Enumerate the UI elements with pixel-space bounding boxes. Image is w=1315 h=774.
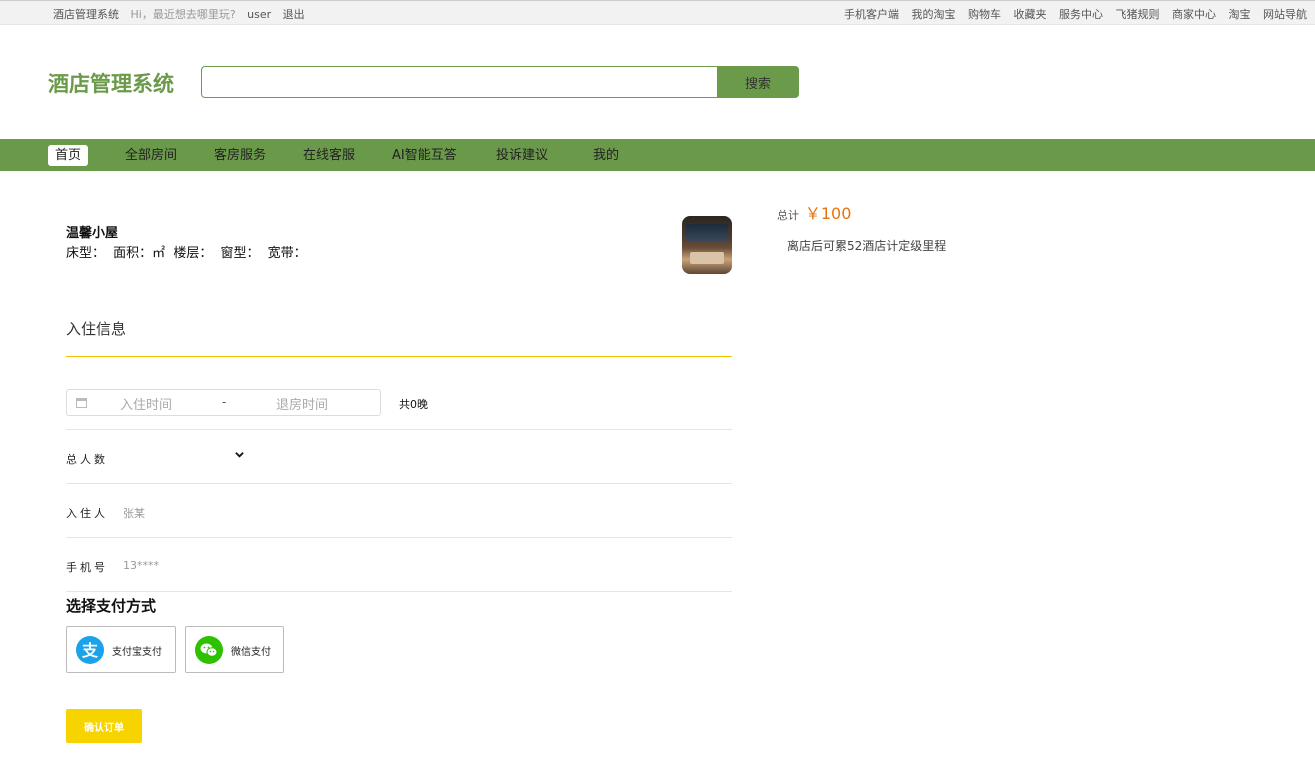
alipay-option[interactable]: 支 支付宝支付 [66, 626, 176, 673]
room-name: 温馨小屋 [66, 226, 119, 241]
link-service-center[interactable]: 服务中心 [1059, 8, 1103, 21]
wechat-pay-option[interactable]: 微信支付 [185, 626, 284, 673]
link-cart[interactable]: 购物车 [968, 8, 1001, 21]
link-rules[interactable]: 飞猪规则 [1116, 8, 1160, 21]
room-floor: 楼层： [173, 246, 213, 261]
logout-link[interactable]: 退出 [283, 8, 305, 21]
room-thumbnail [682, 216, 732, 274]
wechat-icon [195, 636, 223, 664]
phone-label: 手机号 [66, 561, 108, 574]
nav-complaints[interactable]: 投诉建议 [496, 145, 548, 166]
phone-input[interactable]: 13**** [123, 559, 159, 572]
link-merchant-center[interactable]: 商家中心 [1172, 8, 1216, 21]
link-mobile-client[interactable]: 手机客户端 [844, 8, 899, 21]
search-button[interactable]: 搜索 [717, 66, 799, 98]
wechat-pay-label: 微信支付 [231, 647, 271, 658]
room-area: 面积：㎡ [113, 246, 166, 261]
calendar-icon [76, 398, 87, 408]
top-bar-links: 手机客户端 我的淘宝 购物车 收藏夹 服务中心 飞猪规则 商家中心 淘宝 网站导… [835, 6, 1307, 22]
section-divider [66, 356, 732, 357]
link-site-nav[interactable]: 网站导航 [1263, 8, 1307, 21]
row-divider [66, 537, 732, 538]
order-total: 总计 ￥100 [777, 200, 851, 224]
nav-all-rooms[interactable]: 全部房间 [125, 145, 177, 166]
date-range-picker[interactable]: 入住时间 - 退房时间 [66, 389, 381, 416]
nav-online-support[interactable]: 在线客服 [303, 145, 355, 166]
nav-home[interactable]: 首页 [48, 145, 89, 166]
link-favorites[interactable]: 收藏夹 [1014, 8, 1047, 21]
logo[interactable]: 酒店管理系统 [48, 68, 174, 98]
search-input[interactable] [201, 66, 717, 98]
greeting-text: Hi，最近想去哪里玩? [130, 8, 236, 21]
site-name[interactable]: 酒店管理系统 [53, 8, 119, 21]
row-divider [66, 429, 732, 430]
top-bar-left: 酒店管理系统 Hi，最近想去哪里玩? user 退出 [53, 6, 313, 22]
checkin-section-title: 入住信息 [66, 320, 127, 338]
date-separator: - [222, 395, 227, 409]
room-broadband: 宽带： [267, 246, 307, 261]
room-bed-type: 床型： [66, 246, 106, 261]
total-amount: ￥100 [804, 204, 852, 223]
alipay-label: 支付宝支付 [112, 647, 162, 658]
room-window: 窗型： [220, 246, 260, 261]
guest-name-input[interactable]: 张某 [123, 505, 145, 521]
total-label: 总计 [777, 209, 799, 222]
alipay-icon: 支 [76, 636, 104, 664]
guest-name-label: 入住人 [66, 507, 108, 520]
room-attributes: 床型： 面积：㎡ 楼层： 窗型： 宽带： [66, 242, 311, 261]
row-divider [66, 483, 732, 484]
nav-mine[interactable]: 我的 [593, 145, 619, 166]
top-bar: 酒店管理系统 Hi，最近想去哪里玩? user 退出 手机客户端 我的淘宝 购物… [0, 0, 1315, 25]
points-note: 离店后可累52酒店计定级里程 [787, 239, 947, 253]
payment-title: 选择支付方式 [66, 597, 157, 615]
nav-room-service[interactable]: 客房服务 [214, 145, 266, 166]
row-divider [66, 591, 732, 592]
username[interactable]: user [247, 8, 271, 21]
nights-count: 共0晚 [399, 398, 428, 411]
link-my-taobao[interactable]: 我的淘宝 [912, 8, 956, 21]
guests-label: 总人数 [66, 453, 108, 466]
link-taobao[interactable]: 淘宝 [1229, 8, 1251, 21]
svg-text:支: 支 [81, 641, 99, 660]
confirm-order-button[interactable]: 确认订单 [66, 709, 142, 743]
main-nav: 首页 全部房间 客房服务 在线客服 AI智能互答 投诉建议 我的 [0, 139, 1315, 171]
checkin-date-input[interactable]: 入住时间 [120, 394, 172, 413]
checkout-date-input[interactable]: 退房时间 [276, 394, 328, 413]
chevron-down-icon[interactable] [235, 450, 244, 459]
nav-ai-chat[interactable]: AI智能互答 [392, 145, 457, 166]
search-bar: 搜索 [201, 66, 799, 98]
